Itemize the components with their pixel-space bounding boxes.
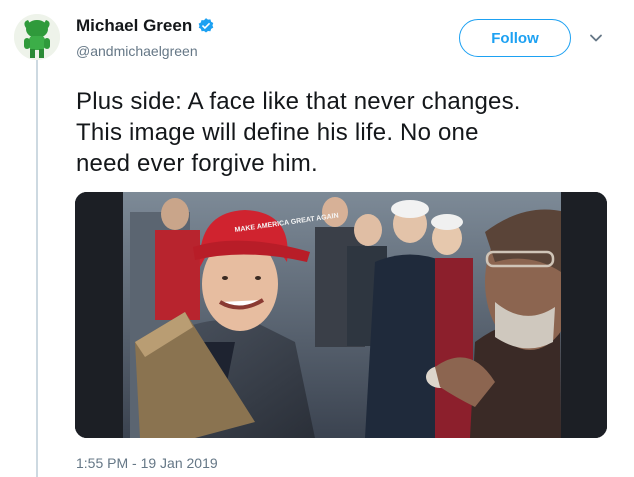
- follow-button[interactable]: Follow: [459, 19, 571, 57]
- chevron-down-icon[interactable]: [589, 31, 603, 45]
- thread-line: [36, 60, 38, 477]
- avatar-image: [14, 14, 60, 60]
- verified-badge-icon: [197, 17, 215, 35]
- display-name[interactable]: Michael Green: [76, 16, 192, 36]
- name-row: Michael Green: [76, 16, 215, 36]
- tweet-media-image[interactable]: MAKE AMERICA GREAT AGAIN: [75, 192, 607, 438]
- avatar[interactable]: [14, 14, 60, 60]
- tweet-timestamp[interactable]: 1:55 PM - 19 Jan 2019: [76, 455, 218, 471]
- tweet-text-line: need ever forgive him.: [76, 150, 318, 177]
- user-handle[interactable]: @andmichaelgreen: [76, 43, 198, 59]
- tweet-text-line: Plus side: A face like that never change…: [76, 88, 521, 115]
- tweet-text-line: This image will define his life. No one: [76, 119, 479, 146]
- tweet-card: Michael Green @andmichaelgreen Follow Pl…: [0, 0, 634, 477]
- tweet-text: Plus side: A face like that never change…: [76, 86, 616, 179]
